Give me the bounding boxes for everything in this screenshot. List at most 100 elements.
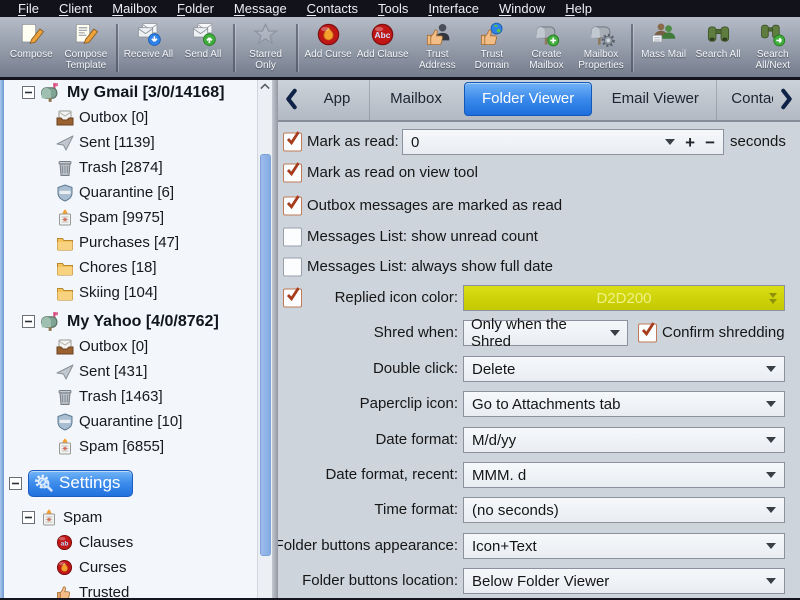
folder-icon [57, 237, 73, 250]
star-icon [253, 22, 279, 45]
tree-item-sent[interactable]: Sent [1139] [0, 130, 272, 155]
mark-as-read-spinner[interactable]: 0 + − [402, 129, 724, 155]
tree-item-settings[interactable]: Settings [0, 468, 272, 499]
mass-mail-button[interactable]: Mass Mail [636, 19, 691, 77]
panel-divider[interactable] [272, 78, 278, 600]
tree-item-purchases[interactable]: Purchases [47] [0, 230, 272, 255]
confirm-shredding-checkbox[interactable] [638, 322, 657, 343]
full-date-checkbox[interactable] [283, 257, 302, 277]
menu-help[interactable]: Help [555, 0, 602, 17]
outbox-read-checkbox[interactable] [283, 195, 302, 216]
tab-contacts[interactable]: Contacts [716, 78, 773, 120]
tree-item-spam-settings[interactable]: Spam [0, 505, 272, 530]
replied-color-picker[interactable]: D2D200 [463, 285, 785, 311]
full-date-label: Messages List: always show full date [307, 258, 553, 275]
date-format-dropdown[interactable]: M/d/yy [463, 427, 785, 453]
tab-mailbox[interactable]: Mailbox [369, 78, 462, 120]
tree-item-trusted[interactable]: Trusted [0, 580, 272, 600]
add-clause-label: Add Clause [356, 49, 409, 60]
settings-panel: App Mailbox Folder Viewer Email Viewer C… [275, 78, 800, 600]
menu-window[interactable]: Window [489, 0, 555, 17]
tree-item-chores[interactable]: Chores [18] [0, 255, 272, 280]
trust-address-button[interactable]: Trust Address [410, 19, 465, 77]
decrement-button[interactable]: − [705, 134, 715, 151]
settings-selected-button[interactable]: Settings [28, 470, 134, 497]
receive-all-button[interactable]: Receive All [121, 19, 176, 77]
tree-item-trash[interactable]: Trash [2874] [0, 155, 272, 180]
unread-count-checkbox[interactable] [283, 227, 302, 247]
collapse-icon[interactable] [22, 511, 35, 524]
add-curse-button[interactable]: Add Curse [301, 19, 356, 77]
date-recent-dropdown[interactable]: MMM. d [463, 462, 785, 488]
mark-as-read-checkbox[interactable] [283, 131, 302, 152]
double-click-dropdown[interactable]: Delete [463, 356, 785, 382]
send-all-icon [192, 23, 216, 46]
search-all-next-button[interactable]: Search All/Next [745, 19, 800, 77]
mark-read-view-checkbox[interactable] [283, 162, 302, 183]
tab-folder-viewer[interactable]: Folder Viewer [464, 82, 593, 116]
tab-app[interactable]: App [305, 78, 369, 120]
tree-item-spam[interactable]: Spam [6855] [0, 434, 272, 459]
menu-interface[interactable]: Interface [418, 0, 489, 17]
tree-item-outbox[interactable]: Outbox [0] [0, 334, 272, 359]
collapse-icon[interactable] [22, 86, 35, 99]
starred-only-button[interactable]: Starred Only [238, 19, 293, 77]
tree-item-sent[interactable]: Sent [431] [0, 359, 272, 384]
content-area: My Gmail [3/0/14168] Outbox [0] Sent [11… [0, 78, 800, 600]
menu-folder[interactable]: Folder [167, 0, 224, 17]
tree-item-quarantine[interactable]: Quarantine [6] [0, 180, 272, 205]
date-format-label: Date format: [375, 431, 458, 448]
fb-location-dropdown[interactable]: Below Folder Viewer [463, 568, 785, 594]
sidebar-scrollbar[interactable] [257, 78, 272, 598]
compose-template-button[interactable]: Compose Template [59, 19, 114, 77]
tree-label: My Gmail [3/0/14168] [67, 83, 225, 101]
menu-contacts[interactable]: Contacts [297, 0, 368, 17]
search-all-button[interactable]: Search All [691, 19, 746, 77]
collapse-icon[interactable] [22, 315, 35, 328]
time-format-value: (no seconds) [472, 501, 559, 519]
time-format-dropdown[interactable]: (no seconds) [463, 497, 785, 523]
tree-item-quarantine[interactable]: Quarantine [10] [0, 409, 272, 434]
compose-button[interactable]: Compose [4, 19, 59, 77]
add-clause-button[interactable]: Abc Add Clause [355, 19, 410, 77]
fb-location-row: Folder buttons location: Below Folder Vi… [278, 568, 800, 594]
send-all-button[interactable]: Send All [176, 19, 231, 77]
compose-icon [21, 23, 44, 44]
tree-item-curses[interactable]: Curses [0, 555, 272, 580]
menu-client[interactable]: Client [49, 0, 102, 17]
menu-file[interactable]: File [8, 0, 49, 17]
add-curse-label: Add Curse [304, 49, 352, 60]
tree-item-outbox[interactable]: Outbox [0] [0, 105, 272, 130]
tree-label: Outbox [0] [79, 109, 149, 126]
tree-label: Sent [431] [79, 363, 148, 380]
color-dropdown-icon[interactable] [769, 293, 777, 304]
menu-message[interactable]: Message [224, 0, 297, 17]
scrollbar-thumb[interactable] [260, 154, 271, 556]
increment-button[interactable]: + [685, 134, 695, 151]
trust-domain-button[interactable]: Trust Domain [465, 19, 520, 77]
tabs-scroll-right-button[interactable] [773, 78, 800, 120]
tree-item-trash[interactable]: Trash [1463] [0, 384, 272, 409]
scroll-up-arrow-icon[interactable] [258, 78, 272, 94]
create-mailbox-label: Create Mailbox [529, 49, 564, 71]
mailbox-properties-button[interactable]: Mailbox Properties [574, 19, 629, 77]
create-mailbox-button[interactable]: Create Mailbox [519, 19, 574, 77]
menu-tools[interactable]: Tools [368, 0, 418, 17]
tabs-scroll-left-button[interactable] [278, 78, 305, 120]
tree-account-gmail[interactable]: My Gmail [3/0/14168] [0, 80, 272, 105]
fb-appearance-dropdown[interactable]: Icon+Text [463, 533, 785, 559]
tree-item-spam[interactable]: Spam [9975] [0, 205, 272, 230]
tree-account-yahoo[interactable]: My Yahoo [4/0/8762] [0, 309, 272, 334]
tree-item-skiing[interactable]: Skiing [104] [0, 280, 272, 305]
tree-item-clauses[interactable]: ab Clauses [0, 530, 272, 555]
add-curse-icon [317, 23, 339, 46]
paperclip-label: Paperclip icon: [359, 395, 458, 412]
paperclip-row: Paperclip icon: Go to Attachments tab [278, 391, 800, 417]
dropdown-arrow-icon[interactable] [665, 139, 676, 145]
tab-email-viewer[interactable]: Email Viewer [594, 78, 716, 120]
shred-when-dropdown[interactable]: Only when the Shred [463, 316, 628, 350]
collapse-icon[interactable] [9, 477, 22, 490]
replied-color-checkbox[interactable] [283, 287, 302, 308]
paperclip-dropdown[interactable]: Go to Attachments tab [463, 391, 785, 417]
menu-mailbox[interactable]: Mailbox [102, 0, 167, 17]
